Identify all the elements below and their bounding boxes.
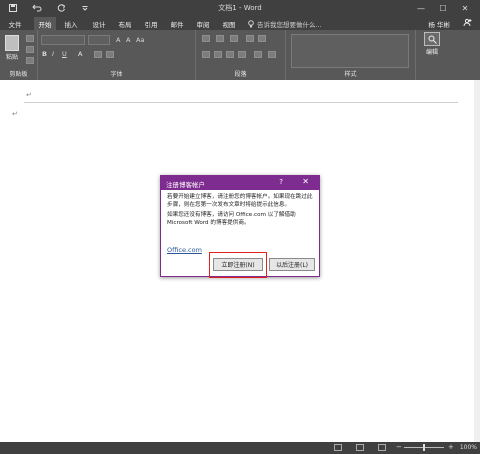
office-link[interactable]: Office.com xyxy=(167,246,202,254)
font-group-label: 字体 xyxy=(110,71,123,78)
justify-icon[interactable] xyxy=(238,51,246,58)
editing-label: 编辑 xyxy=(425,49,438,56)
styles-group-label: 样式 xyxy=(344,71,357,78)
increase-indent-icon[interactable] xyxy=(258,35,266,42)
styles-gallery[interactable] xyxy=(291,34,409,68)
status-bar: − + 100% xyxy=(0,442,480,454)
web-layout-icon[interactable] xyxy=(378,444,386,451)
italic-button[interactable]: I xyxy=(52,50,54,58)
clipboard-group: 粘贴 剪贴板 xyxy=(0,30,38,80)
clipboard-group-label: 剪贴板 xyxy=(9,71,28,78)
highlight-icon[interactable] xyxy=(94,51,102,58)
ribbon-tabs: 文件 开始 插入 设计 布局 引用 邮件 审阅 视图 告诉我您想要做什么... … xyxy=(0,16,480,30)
font-color-button[interactable]: A xyxy=(78,50,82,58)
dialog-close-button[interactable]: ✕ xyxy=(302,177,309,186)
decrease-indent-icon[interactable] xyxy=(246,35,254,42)
tab-mailings[interactable]: 邮件 xyxy=(166,17,188,30)
editing-button[interactable]: 编辑 xyxy=(422,32,442,68)
window-controls: — ☐ ✕ xyxy=(410,0,476,16)
horizontal-line xyxy=(24,102,458,103)
font-size-combo[interactable] xyxy=(88,35,110,45)
tab-home[interactable]: 开始 xyxy=(34,17,56,30)
register-later-button[interactable]: 以后注册(L) xyxy=(269,258,315,271)
tab-references[interactable]: 引用 xyxy=(140,17,162,30)
align-left-icon[interactable] xyxy=(202,51,210,58)
paste-button[interactable]: 粘贴 xyxy=(4,33,20,63)
dialog-message-1: 若要开始建立博客，请注册您的博客帐户。如果现在跳过此步骤，则在您第一次发布文章时… xyxy=(167,194,313,208)
minimize-button[interactable]: — xyxy=(410,0,432,16)
tab-review[interactable]: 审阅 xyxy=(192,17,214,30)
bullets-icon[interactable] xyxy=(202,35,210,42)
word-window: 文档1 - Word — ☐ ✕ 文件 开始 插入 设计 布局 引用 邮件 审阅… xyxy=(0,0,480,454)
close-window-button[interactable]: ✕ xyxy=(454,0,476,16)
numbering-icon[interactable] xyxy=(216,35,224,42)
tab-view[interactable]: 视图 xyxy=(218,17,240,30)
copy-icon[interactable] xyxy=(26,46,34,53)
paragraph-mark: ↵ xyxy=(26,91,32,99)
share-icon[interactable] xyxy=(463,18,472,29)
zoom-slider-knob[interactable] xyxy=(423,444,425,451)
clipboard-icon xyxy=(5,35,19,51)
print-layout-icon[interactable] xyxy=(356,444,364,451)
shrink-font-icon[interactable]: A xyxy=(126,36,130,44)
user-name[interactable]: 杨 华彬 xyxy=(428,19,450,29)
underline-button[interactable]: U xyxy=(62,50,67,58)
maximize-button[interactable]: ☐ xyxy=(432,0,454,16)
paragraph-group-label: 段落 xyxy=(234,71,247,78)
zoom-level[interactable]: 100% xyxy=(460,444,477,451)
tell-me-text: 告诉我您想要做什么... xyxy=(257,21,322,29)
clear-format-icon[interactable] xyxy=(106,51,114,58)
highlight-box xyxy=(209,252,267,278)
tab-design[interactable]: 设计 xyxy=(88,17,110,30)
dialog-body: 若要开始建立博客，请注册您的博客帐户。如果现在跳过此步骤，则在您第一次发布文章时… xyxy=(161,190,319,227)
dialog-message-2: 如果您还没有博客，请访问 Office.com 以了解借助 Microsoft … xyxy=(167,212,296,226)
zoom-in-button[interactable]: + xyxy=(448,443,454,451)
multilevel-list-icon[interactable] xyxy=(230,35,238,42)
vertical-scrollbar[interactable] xyxy=(474,80,480,442)
tab-layout[interactable]: 布局 xyxy=(114,17,136,30)
bold-button[interactable]: B xyxy=(42,50,47,58)
tell-me-box[interactable]: 告诉我您想要做什么... xyxy=(248,19,322,29)
read-mode-icon[interactable] xyxy=(334,444,342,451)
format-painter-icon[interactable] xyxy=(26,57,34,64)
grow-font-icon[interactable]: A xyxy=(116,36,120,44)
paragraph-mark: ↵ xyxy=(12,110,18,118)
font-group: A A Aa B I U A 字体 xyxy=(38,30,196,80)
cut-icon[interactable] xyxy=(26,35,34,42)
tab-insert[interactable]: 插入 xyxy=(60,17,82,30)
dialog-title: 注册博客帐户 xyxy=(166,181,205,189)
window-title: 文档1 - Word xyxy=(218,4,262,12)
dialog-title-bar: 注册博客帐户 ? ✕ xyxy=(161,176,319,190)
zoom-out-button[interactable]: − xyxy=(396,443,402,451)
align-right-icon[interactable] xyxy=(226,51,234,58)
paragraph-group: 段落 xyxy=(196,30,286,80)
search-icon xyxy=(424,32,440,46)
line-spacing-icon[interactable] xyxy=(254,51,262,58)
font-name-combo[interactable] xyxy=(41,35,85,45)
lightbulb-icon xyxy=(248,20,254,28)
borders-icon[interactable] xyxy=(268,51,276,58)
help-button[interactable]: ? xyxy=(279,178,283,186)
align-center-icon[interactable] xyxy=(214,51,222,58)
ribbon: 粘贴 剪贴板 A A Aa B I U A 字体 段落 样式 编辑 xyxy=(0,30,480,80)
paste-label: 粘贴 xyxy=(5,54,18,61)
change-case-icon[interactable]: Aa xyxy=(136,36,144,44)
tab-file[interactable]: 文件 xyxy=(4,17,26,30)
title-bar: 文档1 - Word — ☐ ✕ xyxy=(0,0,480,16)
